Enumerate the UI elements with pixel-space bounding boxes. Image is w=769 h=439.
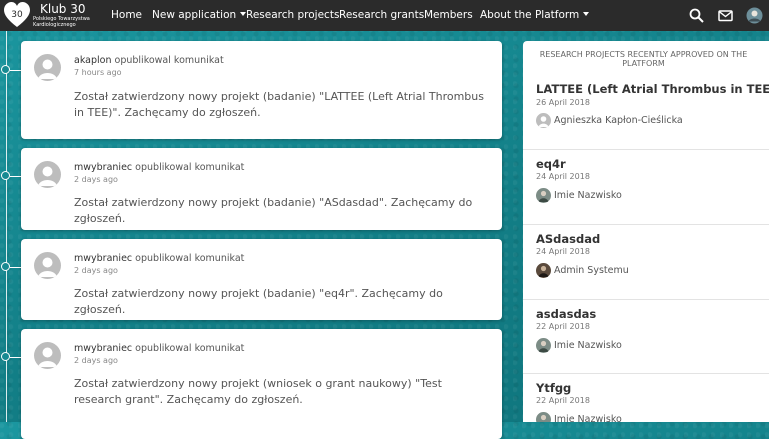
author-name: Imie Nazwisko [554, 190, 622, 201]
user-photo-icon [540, 414, 547, 421]
feed-post: akaplon opublikowal komunikat 7 hours ag… [21, 41, 502, 139]
nav-about-platform[interactable]: About the Platform [480, 9, 590, 21]
post-message: Został zatwierdzony nowy projekt (badani… [74, 287, 443, 316]
avatar[interactable] [34, 342, 61, 369]
post-action: opublikowal komunikat [135, 343, 245, 354]
project-item[interactable]: eq4r 24 April 2018 Imie Nazwisko [523, 149, 769, 225]
project-title[interactable]: eq4r [536, 157, 566, 171]
timeline-line [6, 31, 7, 422]
post-time: 7 hours ago [74, 68, 122, 77]
project-item[interactable]: Ytfgg 22 April 2018 Imie Nazwisko [523, 373, 769, 422]
author-name: Admin Systemu [554, 265, 629, 276]
user-placeholder-icon [38, 166, 57, 186]
post-author[interactable]: mwybraniec [74, 253, 132, 264]
mail-icon[interactable] [718, 8, 733, 23]
recent-projects-panel: RESEARCH PROJECTS RECENTLY APPROVED ON T… [523, 41, 769, 422]
post-message: Został zatwierdzony nowy projekt (badani… [74, 196, 473, 225]
project-title[interactable]: asdasdas [536, 307, 596, 321]
project-title[interactable]: Ytfgg [536, 381, 571, 395]
timeline-dot [1, 171, 10, 180]
project-date: 22 April 2018 [536, 322, 590, 331]
post-author[interactable]: akaplon [74, 55, 111, 66]
user-placeholder-icon [38, 257, 57, 277]
feed-post: mwybraniec opublikowal komunikat 2 days … [21, 239, 502, 320]
project-item[interactable]: LATTEE (Left Atrial Thrombus in TEE) 26 … [523, 74, 769, 149]
user-placeholder-icon [38, 59, 57, 79]
avatar [536, 188, 551, 203]
post-author[interactable]: mwybraniec [74, 162, 132, 173]
post-author-line: akaplon opublikowal komunikat [74, 55, 224, 66]
project-date: 24 April 2018 [536, 247, 590, 256]
author-name: Agnieszka Kapłon-Cieślicka [554, 115, 683, 126]
nav-research-projects[interactable]: Research projects [246, 9, 339, 21]
brand-subtitle: Polskiego Towarzystwa Kardiologicznego [33, 16, 90, 28]
avatar[interactable] [34, 252, 61, 279]
svg-text:30: 30 [11, 10, 23, 20]
panel-header: RESEARCH PROJECTS RECENTLY APPROVED ON T… [539, 50, 748, 68]
avatar [536, 412, 551, 422]
post-action: opublikowal komunikat [135, 162, 245, 173]
post-author-line: mwybraniec opublikowal komunikat [74, 162, 244, 173]
nav-home[interactable]: Home [111, 9, 142, 21]
nav-members[interactable]: Members [424, 9, 473, 21]
post-message: Został zatwierdzony nowy projekt (wniose… [74, 377, 442, 406]
author-name: Imie Nazwisko [554, 414, 622, 422]
caret-down-icon [583, 12, 590, 16]
avatar[interactable] [34, 161, 61, 188]
post-action: opublikowal komunikat [114, 55, 224, 66]
project-date: 26 April 2018 [536, 98, 590, 107]
project-title[interactable]: LATTEE (Left Atrial Thrombus in TEE) [536, 82, 769, 96]
author-name: Imie Nazwisko [554, 340, 622, 351]
avatar[interactable] [34, 54, 61, 81]
feed-post: mwybraniec opublikowal komunikat 2 days … [21, 329, 502, 439]
user-photo-icon [538, 340, 549, 352]
heart-logo-icon: 30 [4, 2, 30, 27]
project-date: 24 April 2018 [536, 172, 590, 181]
user-avatar[interactable] [746, 7, 763, 24]
timeline-connector [10, 267, 21, 268]
nav-research-grants[interactable]: Research grants [339, 9, 424, 21]
project-item[interactable]: ASdasdad 24 April 2018 Admin Systemu [523, 224, 769, 300]
project-title[interactable]: ASdasdad [536, 232, 600, 246]
feed-post: mwybraniec opublikowal komunikat 2 days … [21, 148, 502, 230]
avatar [536, 338, 551, 353]
avatar [536, 113, 551, 128]
timeline-connector [10, 70, 21, 71]
post-time: 2 days ago [74, 356, 118, 365]
post-author-line: mwybraniec opublikowal komunikat [74, 343, 244, 354]
timeline-connector [10, 357, 21, 358]
search-icon[interactable] [689, 8, 704, 23]
project-item[interactable]: asdasdas 22 April 2018 Imie Nazwisko [523, 299, 769, 374]
nav-new-application[interactable]: New application [152, 9, 247, 21]
timeline-dot [1, 65, 10, 74]
post-action: opublikowal komunikat [135, 253, 245, 264]
project-date: 22 April 2018 [536, 396, 590, 405]
post-author[interactable]: mwybraniec [74, 343, 132, 354]
user-photo-icon [538, 265, 549, 277]
brand-title: Klub 30 [40, 2, 86, 16]
user-placeholder-icon [538, 116, 549, 127]
timeline-connector [10, 176, 21, 177]
post-message: Został zatwierdzony nowy projekt (badani… [74, 90, 484, 119]
post-time: 2 days ago [74, 266, 118, 275]
user-photo-icon [538, 190, 549, 202]
top-navbar: 30 Klub 30 Polskiego Towarzystwa Kardiol… [0, 0, 769, 31]
post-time: 2 days ago [74, 175, 118, 184]
timeline-dot [1, 262, 10, 271]
avatar [536, 263, 551, 278]
timeline-dot [1, 352, 10, 361]
user-placeholder-icon [38, 347, 57, 367]
post-author-line: mwybraniec opublikowal komunikat [74, 253, 244, 264]
brand-logo[interactable]: 30 Klub 30 Polskiego Towarzystwa Kardiol… [4, 2, 104, 30]
